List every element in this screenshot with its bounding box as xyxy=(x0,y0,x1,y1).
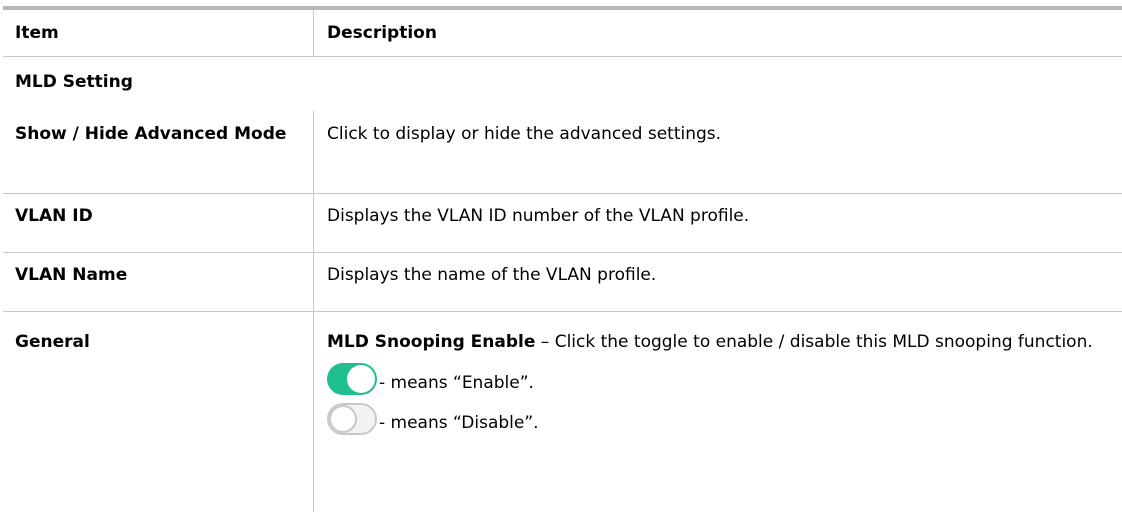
disable-legend: - means “Disable”. xyxy=(327,397,1122,435)
row-description: Click to display or hide the advanced se… xyxy=(313,111,1122,193)
row-item: Show / Hide Advanced Mode xyxy=(15,124,287,144)
section-title: MLD Setting xyxy=(15,72,133,92)
toggle-off-icon xyxy=(327,403,377,435)
section-row: MLD Setting xyxy=(3,57,1122,111)
row-description: Displays the VLAN ID number of the VLAN … xyxy=(313,194,1122,252)
disable-legend-text: - means “Disable”. xyxy=(379,413,539,433)
row-description: Displays the name of the VLAN profile. xyxy=(313,253,1122,311)
header-description: Description xyxy=(313,10,1122,56)
table-row: Show / Hide Advanced Mode Click to displ… xyxy=(3,111,1122,194)
row-item: VLAN ID xyxy=(15,206,93,226)
toggle-on-icon xyxy=(327,363,377,395)
header-item: Item xyxy=(15,23,59,43)
table-row: VLAN ID Displays the VLAN ID number of t… xyxy=(3,194,1122,253)
row-description: MLD Snooping Enable – Click the toggle t… xyxy=(313,312,1122,512)
enable-legend: - means “Enable”. xyxy=(327,357,1122,395)
general-text: – Click the toggle to enable / disable t… xyxy=(535,332,1093,352)
row-item: General xyxy=(15,332,90,352)
table-header-row: Item Description xyxy=(3,10,1122,57)
enable-legend-text: - means “Enable”. xyxy=(379,373,534,393)
row-item: VLAN Name xyxy=(15,265,128,285)
description-table: Item Description MLD Setting Show / Hide… xyxy=(3,6,1122,512)
table-row: VLAN Name Displays the name of the VLAN … xyxy=(3,253,1122,312)
general-paragraph: MLD Snooping Enable – Click the toggle t… xyxy=(327,329,1122,355)
table-row-general: General MLD Snooping Enable – Click the … xyxy=(3,312,1122,512)
general-term: MLD Snooping Enable xyxy=(327,332,536,352)
